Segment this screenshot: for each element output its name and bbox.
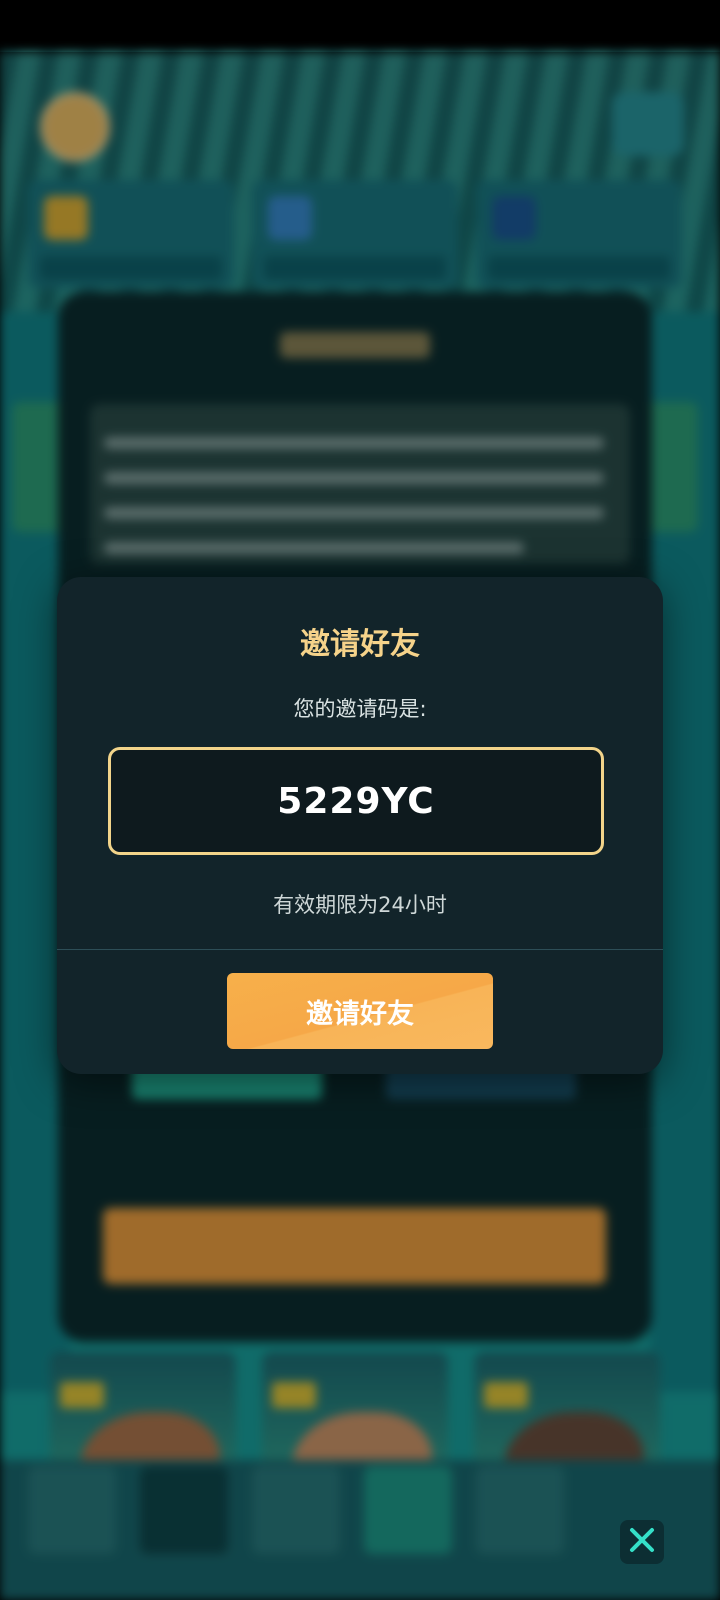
close-icon: [627, 1525, 657, 1559]
status-bar: [0, 0, 720, 52]
invite-friends-button[interactable]: 邀请好友: [227, 973, 493, 1049]
modal-title: 邀请好友: [300, 627, 420, 662]
invite-code-box[interactable]: 5229YC: [108, 747, 604, 855]
invite-friends-modal: 邀请好友 您的邀请码是: 5229YC 有效期限为24小时 邀请好友: [57, 577, 663, 1074]
validity-note: 有效期限为24小时: [273, 893, 447, 917]
invite-code-value: 5229YC: [277, 780, 435, 822]
invite-code-label: 您的邀请码是:: [293, 697, 427, 721]
divider: [57, 949, 663, 950]
close-button[interactable]: [620, 1520, 664, 1564]
